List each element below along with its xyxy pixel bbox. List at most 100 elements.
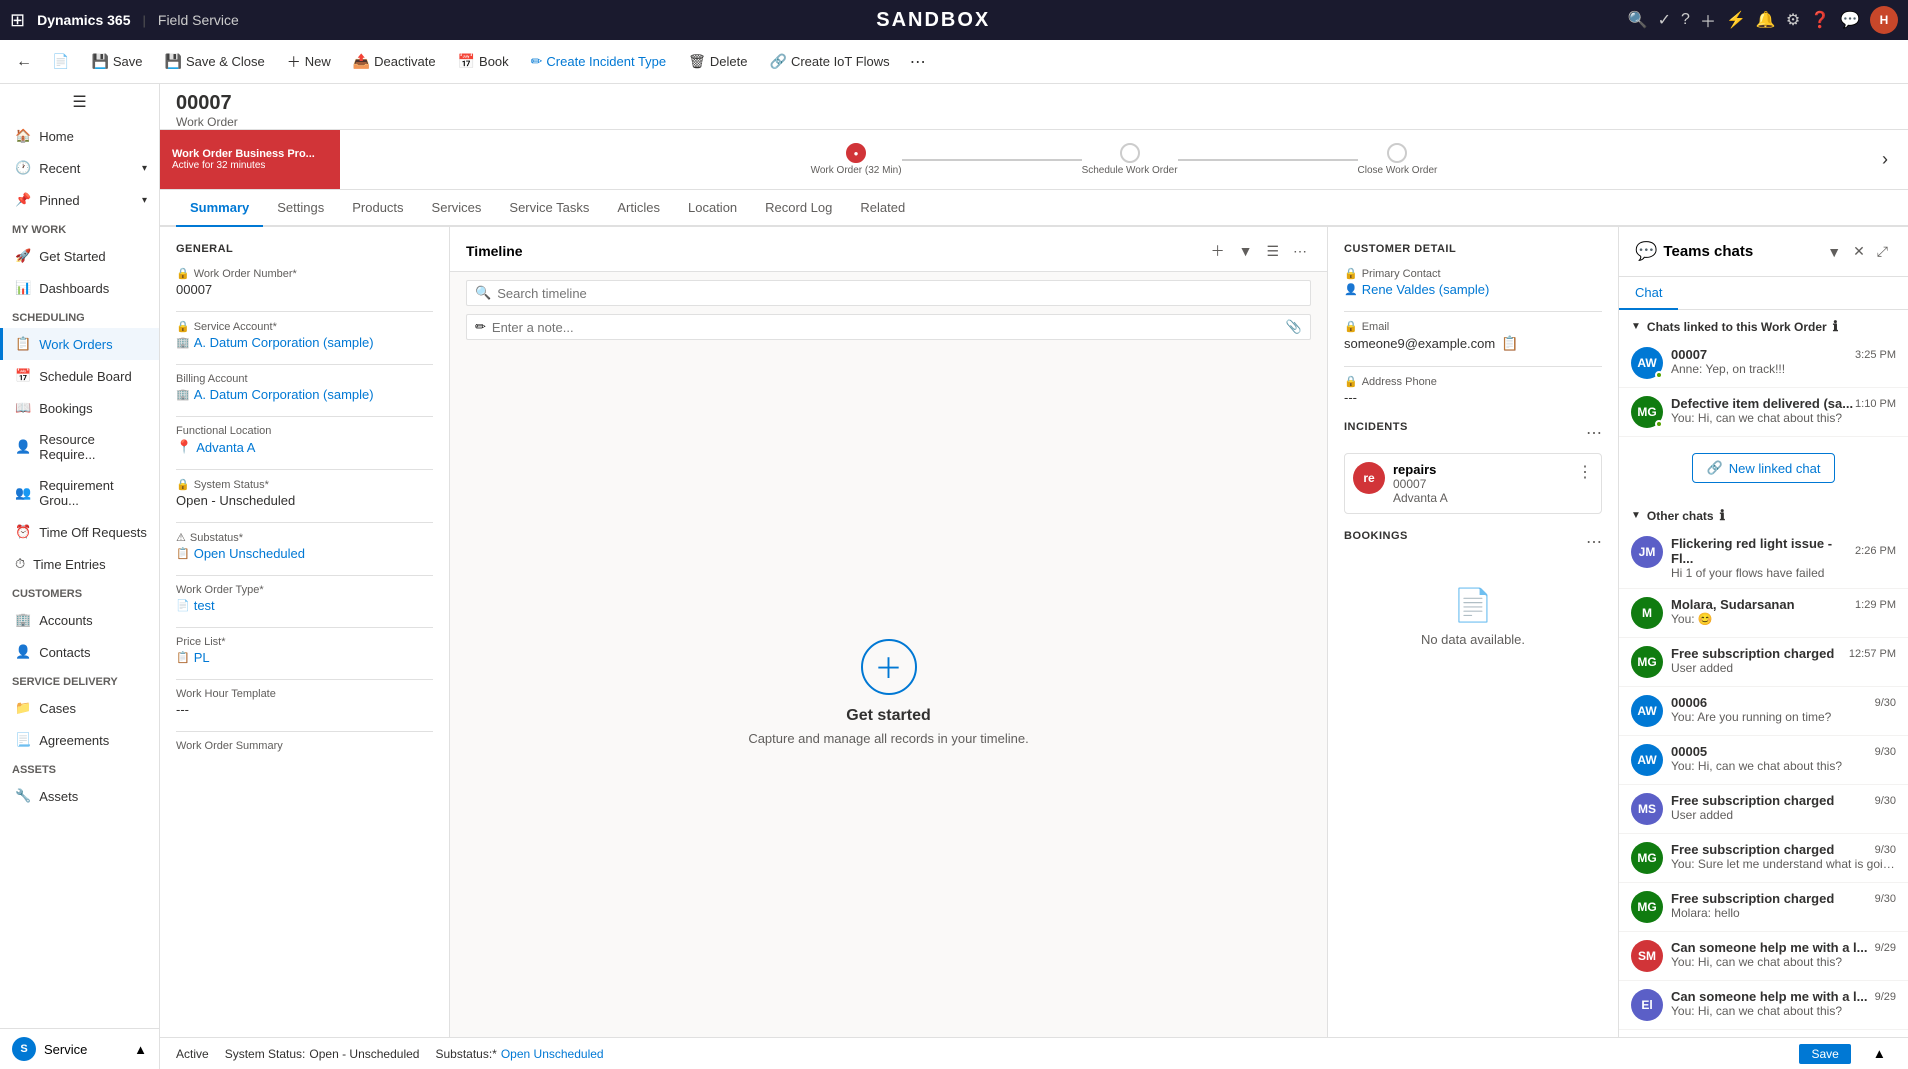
sidebar-item-agreements[interactable]: 📃 Agreements: [0, 724, 159, 756]
waffle-icon[interactable]: ⊞: [10, 10, 25, 31]
timeline-note-input[interactable]: [492, 320, 1280, 335]
delete-button[interactable]: 🗑Delete: [678, 49, 757, 74]
tab-summary[interactable]: Summary: [176, 190, 263, 227]
tab-location[interactable]: Location: [674, 190, 751, 227]
tab-services[interactable]: Services: [418, 190, 496, 227]
timeline-add-circle[interactable]: ＋: [861, 639, 917, 695]
timeline-filter-button[interactable]: ▼: [1235, 239, 1257, 263]
other-chat-item-8[interactable]: MG Free subscription charged9/30 Molara:…: [1619, 883, 1908, 932]
sidebar-item-home[interactable]: 🏠 Home: [0, 120, 159, 152]
linked-chat-item-2[interactable]: MG Defective item delivered (sa... 1:10 …: [1619, 388, 1908, 437]
other-chat-item-10[interactable]: El Can someone help me with a l...9/29 Y…: [1619, 981, 1908, 1030]
expand-icon[interactable]: ▼: [1631, 321, 1641, 332]
check-icon[interactable]: ✓: [1658, 10, 1671, 30]
tab-products[interactable]: Products: [338, 190, 417, 227]
other-chat-item-2[interactable]: M Molara, Sudarsanan1:29 PM You: 😊: [1619, 589, 1908, 638]
timeline-add-button[interactable]: ＋: [1207, 239, 1229, 263]
save-dropdown-button[interactable]: ▲: [1867, 1043, 1892, 1064]
tab-related[interactable]: Related: [846, 190, 919, 227]
other-chat-item-3[interactable]: MG Free subscription charged12:57 PM Use…: [1619, 638, 1908, 687]
teams-expand-button[interactable]: ⤢: [1873, 239, 1892, 264]
bookings-more-button[interactable]: ⋯: [1586, 532, 1602, 552]
bell-icon[interactable]: 🔔: [1756, 10, 1776, 30]
other-chat-item-7[interactable]: MG Free subscription charged9/30 You: Su…: [1619, 834, 1908, 883]
other-chat-item-11[interactable]: AE Charged for free trial9/29 You: Hi, c…: [1619, 1030, 1908, 1037]
sidebar-item-accounts[interactable]: 🏢 Accounts: [0, 604, 159, 636]
save-button[interactable]: 💾Save: [81, 49, 152, 74]
sidebar-item-schedule-board[interactable]: 📅 Schedule Board: [0, 360, 159, 392]
tab-service-tasks[interactable]: Service Tasks: [495, 190, 603, 227]
search-icon[interactable]: 🔍: [1628, 10, 1648, 30]
save-close-button[interactable]: 💾Save & Close: [155, 49, 275, 74]
question-icon[interactable]: ?: [1681, 11, 1690, 29]
timeline-search-input[interactable]: [497, 286, 1302, 301]
tab-settings[interactable]: Settings: [263, 190, 338, 227]
teams-close-button[interactable]: ✕: [1849, 239, 1869, 264]
sidebar-item-cases[interactable]: 📁 Cases: [0, 692, 159, 724]
incident-more-button[interactable]: ⋮: [1577, 462, 1593, 482]
tab-articles[interactable]: Articles: [603, 190, 674, 227]
attachment-icon[interactable]: 📎: [1286, 319, 1302, 335]
new-linked-chat-button[interactable]: 🔗 New linked chat: [1692, 453, 1836, 483]
timeline-more-button[interactable]: ⋯: [1289, 239, 1311, 263]
other-chat-item-6[interactable]: MS Free subscription charged9/30 User ad…: [1619, 785, 1908, 834]
sidebar-item-assets[interactable]: 🔧 Assets: [0, 780, 159, 812]
other-chat-item-5[interactable]: AW 000059/30 You: Hi, can we chat about …: [1619, 736, 1908, 785]
sidebar-toggle[interactable]: ☰: [0, 84, 159, 120]
sidebar-item-time-off[interactable]: ⏰ Time Off Requests: [0, 516, 159, 548]
sidebar-item-resource-req[interactable]: 👤 Resource Require...: [0, 424, 159, 470]
timeline-view-button[interactable]: ☰: [1262, 239, 1283, 263]
deactivate-button[interactable]: 📤Deactivate: [343, 49, 446, 74]
tab-record-log[interactable]: Record Log: [751, 190, 846, 227]
incident-card[interactable]: re repairs 00007 Advanta A ⋮: [1344, 453, 1602, 514]
book-button[interactable]: 📅Book: [448, 49, 519, 74]
settings-icon[interactable]: ⚙: [1786, 10, 1800, 30]
field-value-substatus[interactable]: 📋 Open Unscheduled: [176, 546, 433, 561]
back-button[interactable]: ←: [12, 49, 36, 75]
sidebar-item-get-started[interactable]: 🚀 Get Started: [0, 240, 159, 272]
field-value-service-account[interactable]: 🏢 A. Datum Corporation (sample): [176, 335, 433, 350]
sidebar-nav-icon[interactable]: ▲: [134, 1042, 147, 1057]
process-next-button[interactable]: ›: [1882, 149, 1888, 170]
sidebar-item-work-orders[interactable]: 📋 Work Orders: [0, 328, 159, 360]
sidebar-item-bookings[interactable]: 📖 Bookings: [0, 392, 159, 424]
status-bar-save-button[interactable]: Save: [1799, 1044, 1850, 1064]
field-value-primary-contact[interactable]: 👤 Rene Valdes (sample): [1344, 282, 1602, 297]
page-icon-button[interactable]: 📄: [42, 49, 79, 74]
field-value-work-order-type[interactable]: 📄 test: [176, 598, 433, 613]
new-button[interactable]: ＋New: [277, 48, 341, 76]
timeline-search[interactable]: 🔍: [466, 280, 1311, 306]
sidebar-item-dashboards[interactable]: 📊 Dashboards: [0, 272, 159, 304]
linked-info-icon[interactable]: ℹ: [1833, 318, 1838, 335]
plus-icon[interactable]: ＋: [1700, 8, 1716, 32]
field-value-functional-location[interactable]: 📍 Advanta A: [176, 439, 433, 455]
process-step-2[interactable]: Schedule Work Order: [1082, 143, 1178, 176]
sidebar-item-contacts[interactable]: 👤 Contacts: [0, 636, 159, 668]
create-incident-button[interactable]: ✏Create Incident Type: [521, 49, 676, 74]
process-step-1[interactable]: ● Work Order (32 Min): [811, 143, 902, 176]
sidebar-item-pinned[interactable]: 📌 Pinned ▾: [0, 184, 159, 216]
sidebar-item-req-group[interactable]: 👥 Requirement Grou...: [0, 470, 159, 516]
sidebar-item-recent[interactable]: 🕐 Recent ▾: [0, 152, 159, 184]
filter-icon[interactable]: ⚡: [1726, 10, 1746, 30]
other-expand-icon[interactable]: ▼: [1631, 510, 1641, 521]
linked-chat-item-1[interactable]: AW 00007 3:25 PM Anne: Yep, on track!!!: [1619, 339, 1908, 388]
timeline-note[interactable]: ✏ 📎: [466, 314, 1311, 340]
sidebar-item-time-entries[interactable]: ⏱ Time Entries: [0, 548, 159, 580]
substatus-status-value[interactable]: Open Unscheduled: [501, 1047, 604, 1061]
other-chat-item-1[interactable]: JM Flickering red light issue - Fl...2:2…: [1619, 528, 1908, 589]
other-info-icon[interactable]: ℹ: [1720, 507, 1725, 524]
other-chat-item-9[interactable]: SM Can someone help me with a l...9/29 Y…: [1619, 932, 1908, 981]
user-avatar[interactable]: H: [1870, 6, 1898, 34]
teams-tab-chat[interactable]: Chat: [1619, 277, 1678, 310]
field-value-price-list[interactable]: 📋 PL: [176, 650, 433, 665]
create-iot-button[interactable]: 🔗Create IoT Flows: [760, 49, 900, 74]
teams-filter-button[interactable]: ▼: [1823, 239, 1845, 264]
more-button[interactable]: ⋯: [902, 48, 934, 76]
help-icon[interactable]: ❓: [1810, 10, 1830, 30]
process-step-3[interactable]: Close Work Order: [1358, 143, 1438, 176]
chat-icon[interactable]: 💬: [1840, 10, 1860, 30]
other-chat-item-4[interactable]: AW 000069/30 You: Are you running on tim…: [1619, 687, 1908, 736]
incidents-more-button[interactable]: ⋯: [1586, 423, 1602, 443]
field-value-billing-account[interactable]: 🏢 A. Datum Corporation (sample): [176, 387, 433, 402]
